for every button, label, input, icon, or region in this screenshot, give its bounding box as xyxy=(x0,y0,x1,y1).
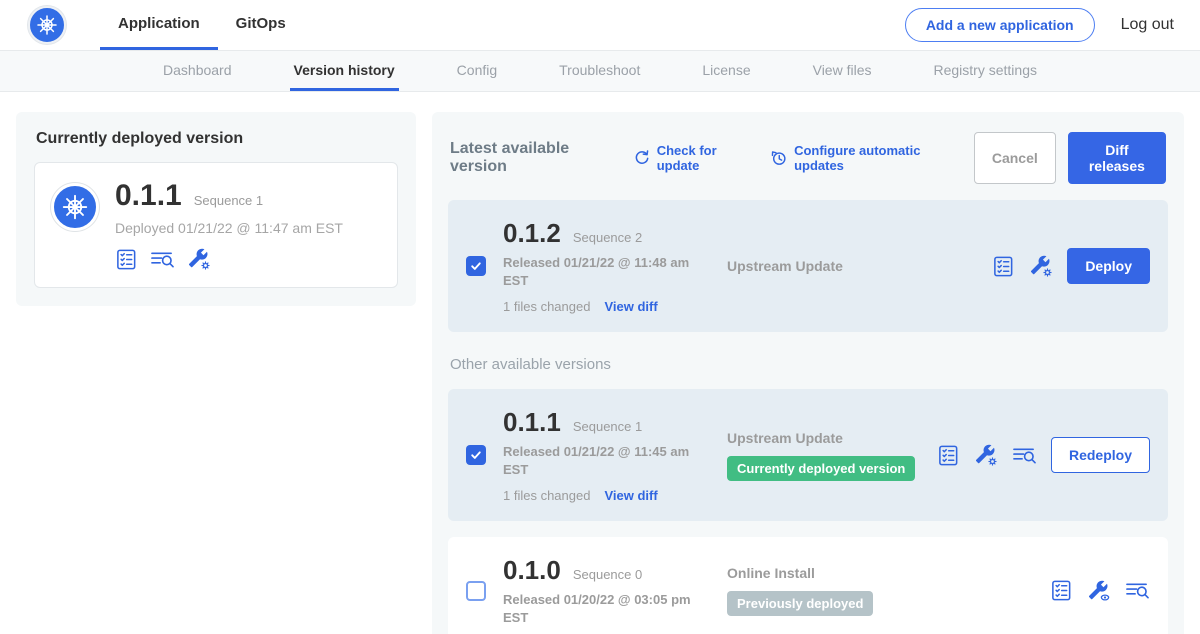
currently-deployed-badge: Currently deployed version xyxy=(727,456,915,481)
latest-available-title: Latest available version xyxy=(450,140,613,176)
deployed-panel-title: Currently deployed version xyxy=(36,130,398,148)
cancel-button[interactable]: Cancel xyxy=(974,132,1056,184)
subnav-label: Config xyxy=(457,62,497,78)
tab-application-label: Application xyxy=(118,15,200,32)
edit-config-icon[interactable] xyxy=(974,443,998,467)
released-timestamp: Released 01/20/22 @ 03:05 pm EST xyxy=(503,591,693,626)
logs-icon[interactable] xyxy=(1125,579,1150,602)
edit-config-icon[interactable] xyxy=(187,247,211,271)
top-navigation: Application GitOps Add a new application… xyxy=(0,0,1200,50)
version-number: 0.1.2 xyxy=(503,218,561,249)
subnav-tab-license[interactable]: License xyxy=(698,51,754,91)
subnav-tab-troubleshoot[interactable]: Troubleshoot xyxy=(555,51,644,91)
subnav-tab-dashboard[interactable]: Dashboard xyxy=(159,51,236,91)
previously-deployed-badge: Previously deployed xyxy=(727,591,873,616)
subnav-label: Troubleshoot xyxy=(559,62,640,78)
released-timestamp: Released 01/21/22 @ 11:48 am EST xyxy=(503,254,693,289)
deployed-actions xyxy=(115,247,343,271)
app-section-nav: Dashboard Version history Config Trouble… xyxy=(0,50,1200,92)
subnav-tab-version-history[interactable]: Version history xyxy=(290,51,399,91)
logs-icon[interactable] xyxy=(1012,444,1037,467)
version-source-label: Upstream Update xyxy=(727,258,980,274)
subnav-label: View files xyxy=(813,62,872,78)
sequence-label: Sequence 0 xyxy=(573,567,642,582)
deploy-button[interactable]: Deploy xyxy=(1067,248,1150,284)
version-select-checkbox[interactable] xyxy=(466,581,486,601)
view-diff-link[interactable]: View diff xyxy=(604,299,657,314)
currently-deployed-panel: Currently deployed version 0.1.1 Sequenc… xyxy=(16,112,416,306)
kots-admin-console: Application GitOps Add a new application… xyxy=(0,0,1200,634)
deployed-version-number: 0.1.1 xyxy=(115,179,182,213)
check-icon xyxy=(469,448,483,462)
subnav-label: Version history xyxy=(294,62,395,78)
deployed-sequence-label: Sequence 1 xyxy=(194,193,263,208)
files-changed-line: 1 files changed View diff xyxy=(503,299,709,314)
redeploy-button[interactable]: Redeploy xyxy=(1051,437,1150,473)
logout-link[interactable]: Log out xyxy=(1121,16,1174,34)
subnav-tab-view-files[interactable]: View files xyxy=(809,51,876,91)
files-changed-label: 1 files changed xyxy=(503,488,590,503)
deployed-timestamp: Deployed 01/21/22 @ 11:47 am EST xyxy=(115,220,343,236)
topnav-right: Add a new application Log out xyxy=(905,8,1174,42)
view-diff-link[interactable]: View diff xyxy=(604,488,657,503)
version-actions xyxy=(1050,579,1150,603)
version-row: 0.1.1 Sequence 1 Released 01/21/22 @ 11:… xyxy=(448,389,1168,521)
subnav-tab-config[interactable]: Config xyxy=(453,51,501,91)
edit-config-icon[interactable] xyxy=(1029,254,1053,278)
files-changed-line: 1 files changed View diff xyxy=(503,488,709,503)
sequence-label: Sequence 1 xyxy=(573,419,642,434)
check-for-update-label: Check for update xyxy=(657,143,750,173)
tab-gitops-label: GitOps xyxy=(236,15,286,32)
version-history-page: Currently deployed version 0.1.1 Sequenc… xyxy=(0,92,1200,634)
files-changed-label: 1 files changed xyxy=(503,299,590,314)
add-application-button[interactable]: Add a new application xyxy=(905,8,1095,42)
deployed-version-card: 0.1.1 Sequence 1 Deployed 01/21/22 @ 11:… xyxy=(34,162,398,288)
version-source-block: Upstream Update Currently deployed versi… xyxy=(727,430,925,481)
tab-application[interactable]: Application xyxy=(100,0,218,50)
subnav-label: License xyxy=(702,62,750,78)
view-config-icon[interactable] xyxy=(1087,579,1111,603)
available-versions-panel: Latest available version Check for updat… xyxy=(432,112,1184,634)
diff-releases-button[interactable]: Diff releases xyxy=(1068,132,1166,184)
tab-gitops[interactable]: GitOps xyxy=(218,0,304,50)
subnav-tab-registry-settings[interactable]: Registry settings xyxy=(930,51,1041,91)
sequence-label: Sequence 2 xyxy=(573,230,642,245)
version-info: 0.1.0 Sequence 0 Released 01/20/22 @ 03:… xyxy=(503,555,709,626)
version-actions: Deploy xyxy=(992,248,1150,284)
preflight-checks-icon[interactable] xyxy=(992,255,1015,278)
app-tabs: Application GitOps xyxy=(100,0,304,50)
kubernetes-logo-icon xyxy=(28,6,66,44)
available-versions-header: Latest available version Check for updat… xyxy=(450,132,1166,184)
version-actions: Redeploy xyxy=(937,437,1150,473)
check-for-update-link[interactable]: Check for update xyxy=(633,143,750,173)
logs-icon[interactable] xyxy=(150,248,175,271)
preflight-checks-icon[interactable] xyxy=(115,248,138,271)
subnav-label: Registry settings xyxy=(934,62,1037,78)
version-source-label: Online Install xyxy=(727,565,1038,581)
version-source-block: Online Install Previously deployed xyxy=(727,565,1038,616)
configure-automatic-updates-link[interactable]: Configure automatic updates xyxy=(770,143,954,173)
version-row: 0.1.0 Sequence 0 Released 01/20/22 @ 03:… xyxy=(448,537,1168,634)
diff-controls: Cancel Diff releases xyxy=(974,132,1166,184)
released-timestamp: Released 01/21/22 @ 11:45 am EST xyxy=(503,443,693,478)
configure-automatic-updates-label: Configure automatic updates xyxy=(794,143,954,173)
refresh-icon xyxy=(633,149,651,167)
check-icon xyxy=(469,259,483,273)
version-info: 0.1.1 Sequence 1 Released 01/21/22 @ 11:… xyxy=(503,407,709,503)
version-source-label: Upstream Update xyxy=(727,430,925,446)
version-select-checkbox[interactable] xyxy=(466,445,486,465)
subnav-label: Dashboard xyxy=(163,62,232,78)
preflight-checks-icon[interactable] xyxy=(1050,579,1073,602)
version-info: 0.1.2 Sequence 2 Released 01/21/22 @ 11:… xyxy=(503,218,709,314)
version-row: 0.1.2 Sequence 2 Released 01/21/22 @ 11:… xyxy=(448,200,1168,332)
version-select-checkbox[interactable] xyxy=(466,256,486,276)
application-logo-icon xyxy=(51,183,99,231)
version-number: 0.1.1 xyxy=(503,407,561,438)
scheduled-update-icon xyxy=(770,149,788,167)
preflight-checks-icon[interactable] xyxy=(937,444,960,467)
version-source-block: Upstream Update xyxy=(727,258,980,274)
deployed-version-info: 0.1.1 Sequence 1 Deployed 01/21/22 @ 11:… xyxy=(115,179,343,271)
other-versions-title: Other available versions xyxy=(450,356,1166,373)
version-number: 0.1.0 xyxy=(503,555,561,586)
